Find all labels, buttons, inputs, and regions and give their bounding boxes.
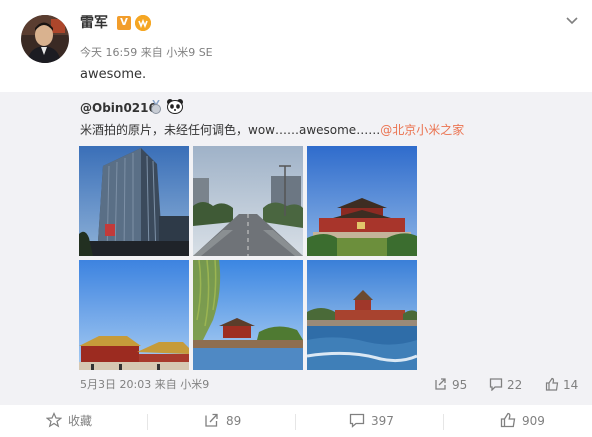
original-like-count[interactable]: 14	[545, 377, 578, 393]
author-name[interactable]: 雷军	[80, 13, 108, 33]
photo-gallery	[79, 146, 418, 372]
original-repost-count[interactable]: 95	[434, 377, 467, 393]
favorite-label: 收藏	[68, 414, 93, 428]
action-divider	[147, 414, 148, 430]
original-comment-count[interactable]: 22	[489, 377, 522, 393]
original-author[interactable]: @Obin0216	[80, 100, 157, 116]
original-meta: 5月3日 20:03 来自 小米9	[80, 377, 209, 393]
star-icon	[45, 412, 63, 428]
original-comment-value: 22	[507, 378, 523, 392]
panda-icon[interactable]	[166, 98, 184, 114]
photo-forbidden-city-hall[interactable]	[79, 260, 189, 370]
post-time[interactable]: 今天 16:59	[80, 46, 137, 59]
post-meta: 今天 16:59 来自 小米9 SE	[80, 45, 213, 61]
original-repost-value: 95	[452, 378, 468, 392]
post-text: awesome.	[80, 67, 147, 82]
avatar[interactable]	[21, 15, 69, 63]
photo-office-tower[interactable]	[79, 146, 189, 256]
verified-badge: V	[117, 16, 131, 30]
repost-icon	[435, 378, 446, 390]
repost-icon	[205, 413, 218, 427]
vip-badge-icon[interactable]	[135, 15, 151, 31]
photo-boulevard[interactable]	[193, 146, 303, 256]
photo-willow-gate[interactable]	[193, 260, 303, 370]
repost-box: @Obin0216 米酒拍的原片，未经任何调色，wow……awesome……@北…	[0, 92, 592, 404]
post-source[interactable]: 小米9 SE	[166, 46, 212, 59]
mention-link[interactable]: @北京小米之家	[380, 123, 464, 137]
comment-button[interactable]: 397	[349, 405, 394, 437]
comment-icon	[349, 413, 365, 428]
comment-count: 397	[371, 414, 394, 428]
repost-count: 89	[226, 414, 242, 428]
favorite-button[interactable]: 收藏	[45, 405, 93, 437]
original-date[interactable]: 5月3日 20:03	[80, 378, 151, 391]
like-icon	[500, 412, 516, 428]
comment-icon	[489, 378, 503, 392]
action-divider	[295, 414, 296, 430]
original-text-body: 米酒拍的原片，未经任何调色，wow……awesome……	[80, 123, 381, 137]
original-source-prefix: 来自	[154, 378, 177, 391]
like-count: 909	[522, 414, 545, 428]
original-text: 米酒拍的原片，未经任何调色，wow……awesome……@北京小米之家	[80, 121, 464, 139]
photo-tiananmen[interactable]	[307, 146, 417, 256]
original-source[interactable]: 小米9	[180, 378, 209, 391]
action-bar: 收藏 89 397 909	[0, 404, 592, 437]
photo-corner-tower-moat[interactable]	[307, 260, 417, 370]
chevron-down-icon[interactable]	[564, 12, 580, 28]
repost-button[interactable]: 89	[204, 405, 241, 437]
like-button[interactable]: 909	[500, 405, 545, 437]
medal-icon[interactable]	[150, 99, 162, 114]
weibo-post: 雷军 V 今天 16:59 来自 小米9 SE awesome. @Obin02…	[0, 0, 592, 437]
like-icon	[545, 377, 559, 391]
source-prefix: 来自	[140, 46, 163, 59]
original-like-value: 14	[563, 378, 579, 392]
action-divider	[443, 414, 444, 430]
